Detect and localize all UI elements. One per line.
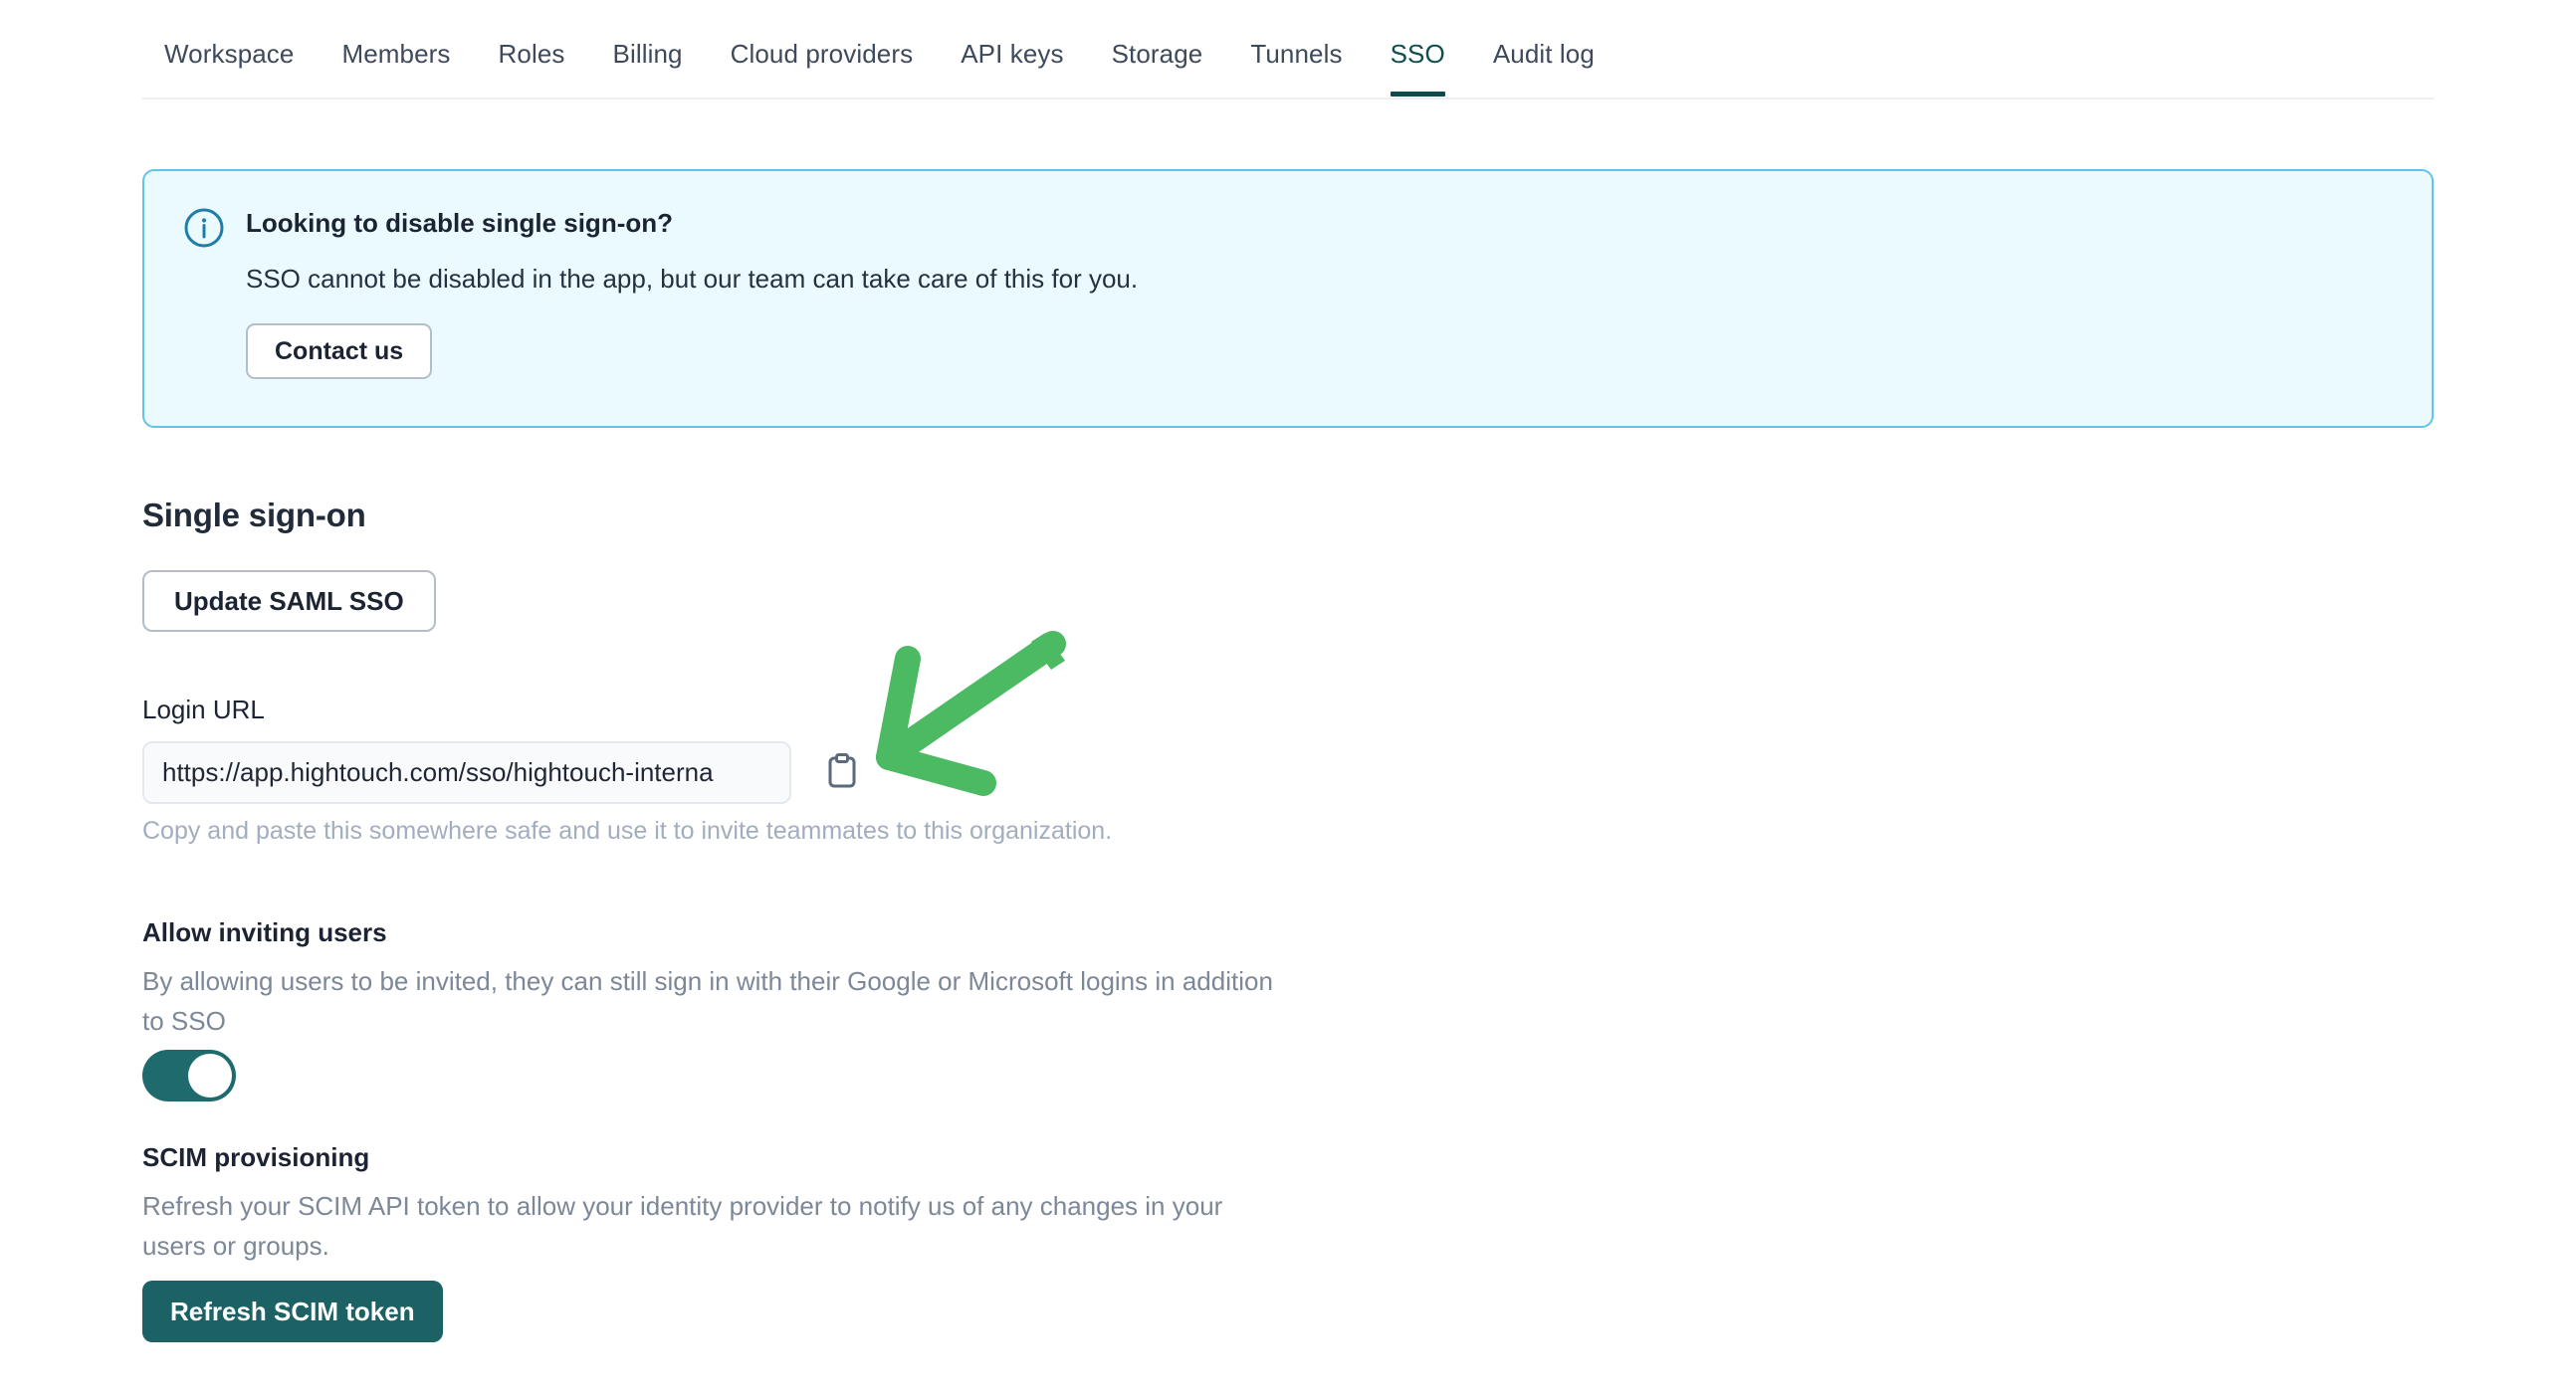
scim-provisioning-description: Refresh your SCIM API token to allow you…: [142, 1191, 1223, 1261]
tab-workspace[interactable]: Workspace: [142, 28, 318, 95]
scim-provisioning-heading: SCIM provisioning: [142, 1142, 370, 1172]
login-url-row: [142, 741, 865, 804]
refresh-scim-token-button[interactable]: Refresh SCIM token: [142, 1281, 443, 1342]
contact-us-button[interactable]: Contact us: [246, 323, 433, 379]
allow-inviting-users-heading: Allow inviting users: [142, 917, 387, 947]
tab-audit-log[interactable]: Audit log: [1469, 28, 1618, 95]
settings-sso-page: Workspace Members Roles Billing Cloud pr…: [0, 0, 2576, 1400]
banner-title: Looking to disable single sign-on?: [246, 208, 673, 238]
login-url-input[interactable]: [142, 741, 791, 804]
allow-inviting-users-toggle[interactable]: [142, 1050, 236, 1101]
login-url-label: Login URL: [142, 695, 265, 724]
banner-description: SSO cannot be disabled in the app, but o…: [246, 264, 1139, 294]
tab-sso[interactable]: SSO: [1367, 28, 1469, 97]
clipboard-copy-button[interactable]: [819, 750, 865, 796]
disable-sso-info-banner: Looking to disable single sign-on? SSO c…: [142, 169, 2434, 428]
tab-api-keys[interactable]: API keys: [937, 28, 1087, 95]
allow-inviting-users-description: By allowing users to be invited, they ca…: [142, 966, 1273, 1036]
tab-roles[interactable]: Roles: [475, 28, 589, 95]
annotation-arrow-icon: [856, 617, 1105, 816]
tab-storage[interactable]: Storage: [1088, 28, 1227, 95]
single-sign-on-heading: Single sign-on: [142, 497, 366, 533]
toggle-knob: [188, 1054, 232, 1098]
tab-cloud-providers[interactable]: Cloud providers: [707, 28, 938, 95]
tab-tunnels[interactable]: Tunnels: [1226, 28, 1366, 95]
settings-tab-bar: Workspace Members Roles Billing Cloud pr…: [142, 28, 2434, 100]
clipboard-icon: [825, 752, 859, 793]
info-circle-icon: [182, 206, 226, 250]
tab-billing[interactable]: Billing: [589, 28, 707, 95]
login-url-helper-text: Copy and paste this somewhere safe and u…: [142, 817, 1113, 845]
update-saml-sso-button[interactable]: Update SAML SSO: [142, 570, 436, 632]
tab-members[interactable]: Members: [318, 28, 474, 95]
